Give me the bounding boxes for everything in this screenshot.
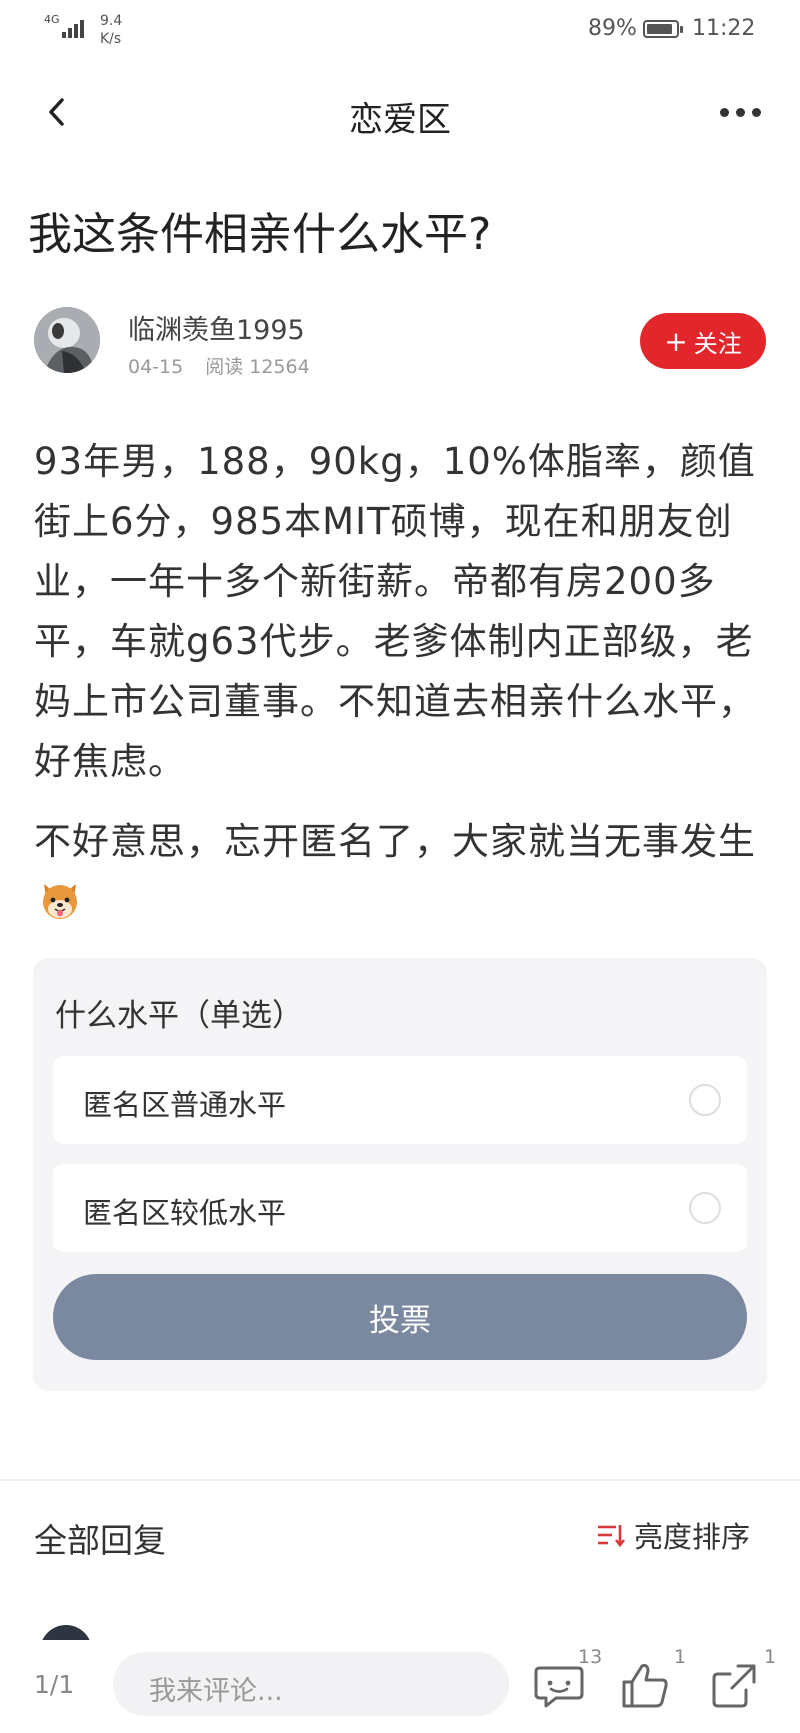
post-title: 我这条件相亲什么水平?: [28, 209, 492, 260]
post-body-paragraph: 不好意思，忘开匿名了，大家就当无事发生: [34, 812, 774, 932]
poll-card: 什么水平（单选） 匿名区普通水平 匿名区较低水平 投票: [33, 958, 767, 1391]
poll-option[interactable]: 匿名区普通水平: [53, 1056, 747, 1144]
radio-button[interactable]: [689, 1192, 721, 1224]
sort-icon: [598, 1525, 626, 1548]
avatar[interactable]: [34, 307, 100, 373]
share-count: 1: [764, 1646, 777, 1668]
bottom-bar: 1/1 我来评论... 13 1 1: [0, 1640, 800, 1733]
comment-input[interactable]: 我来评论...: [113, 1652, 509, 1716]
post-body-text: 不好意思，忘开匿名了，大家就当无事发生: [34, 820, 756, 863]
comment-count: 13: [578, 1646, 603, 1668]
share-button[interactable]: [708, 1658, 762, 1712]
battery-icon: [643, 20, 683, 38]
share-icon: [712, 1664, 756, 1708]
battery-percent: 89%: [588, 16, 637, 41]
poll-title: 什么水平（单选）: [55, 998, 303, 1034]
signal-icon: [62, 18, 88, 38]
page-title: 恋爱区: [349, 100, 451, 140]
poll-option[interactable]: 匿名区较低水平: [53, 1164, 747, 1252]
vote-button[interactable]: 投票: [53, 1274, 747, 1360]
poll-option-label: 匿名区较低水平: [83, 1196, 287, 1230]
follow-label: 关注: [693, 329, 742, 358]
follow-button[interactable]: + 关注: [640, 313, 766, 369]
more-button[interactable]: [716, 100, 766, 126]
more-dots-icon: [720, 108, 729, 117]
network-type: 4G: [44, 13, 60, 26]
post-date: 04-15: [128, 356, 184, 378]
back-button[interactable]: [40, 92, 80, 132]
plus-icon: +: [664, 324, 688, 358]
thumbs-up-icon: [622, 1664, 668, 1708]
poll-option-label: 匿名区普通水平: [83, 1088, 287, 1122]
sort-button[interactable]: 亮度排序: [596, 1514, 750, 1556]
author-name[interactable]: 临渊羡鱼1995: [128, 308, 305, 347]
read-count: 阅读 12564: [205, 356, 310, 378]
section-divider: [0, 1479, 800, 1481]
like-count: 1: [674, 1646, 687, 1668]
comment-placeholder: 我来评论...: [149, 1676, 283, 1707]
shiba-dog-emoji-icon: [43, 884, 77, 919]
radio-button[interactable]: [689, 1084, 721, 1116]
avatar-image: [34, 307, 100, 373]
page-indicator: 1/1: [34, 1670, 75, 1699]
chevron-left-icon: [49, 98, 64, 126]
clock: 11:22: [692, 16, 756, 41]
like-button[interactable]: [618, 1658, 672, 1712]
network-speed: 9.4 K/s: [100, 13, 123, 47]
replies-title: 全部回复: [34, 1521, 166, 1560]
sort-label: 亮度排序: [634, 1520, 751, 1554]
status-bar: 4G 9.4 K/s 89% 11:22: [0, 0, 800, 60]
post-meta: 04-15 阅读 12564: [128, 352, 310, 379]
post-body-paragraph: 93年男，188，90kg，10%体脂率，颜值街上6分，985本MIT硕博，现在…: [34, 440, 756, 783]
